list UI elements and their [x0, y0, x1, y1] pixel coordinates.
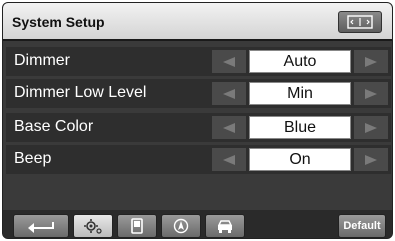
arrow-right-icon: [365, 154, 377, 165]
car-icon: [217, 220, 233, 233]
increase-button[interactable]: [354, 116, 388, 139]
setting-label: Base Color: [14, 118, 94, 135]
setting-value[interactable]: Min: [249, 82, 351, 105]
bottom-toolbar: Default: [3, 210, 392, 238]
page-title: System Setup: [12, 14, 105, 30]
setting-value[interactable]: Auto: [249, 50, 351, 73]
arrow-right-icon: [365, 122, 377, 133]
increase-button[interactable]: [354, 82, 388, 105]
phone-icon: [131, 218, 143, 234]
arrow-left-icon: [223, 88, 235, 99]
arrow-right-icon: [365, 56, 377, 67]
tab-navigation[interactable]: [161, 214, 201, 238]
back-icon: [28, 222, 54, 233]
setting-label: Dimmer Low Level: [14, 84, 147, 101]
setting-label: Dimmer: [14, 52, 70, 69]
back-button[interactable]: [13, 214, 69, 238]
setting-row-dimmer-low-level: Dimmer Low Level Min: [6, 79, 391, 108]
decrease-button[interactable]: [212, 82, 246, 105]
arrow-right-icon: [365, 88, 377, 99]
arrow-left-icon: [223, 56, 235, 67]
setting-row-beep: Beep On: [6, 145, 391, 174]
increase-button[interactable]: [354, 148, 388, 171]
navigation-icon: [173, 218, 189, 234]
decrease-button[interactable]: [212, 116, 246, 139]
setting-label: Beep: [14, 150, 52, 167]
setting-row-base-color: Base Color Blue: [6, 113, 391, 142]
arrow-left-icon: [223, 122, 235, 133]
setting-value[interactable]: Blue: [249, 116, 351, 139]
settings-gear-icon: [84, 219, 102, 234]
arrow-left-icon: [223, 154, 235, 165]
decrease-button[interactable]: [212, 50, 246, 73]
tab-phone[interactable]: [117, 214, 157, 238]
screen-adjust-icon: [347, 15, 373, 29]
setting-row-dimmer: Dimmer Auto: [6, 47, 391, 76]
increase-button[interactable]: [354, 50, 388, 73]
default-button[interactable]: Default: [338, 214, 386, 238]
setting-value[interactable]: On: [249, 148, 351, 171]
system-setup-window: System Setup Dimmer Auto Dimmer Low Leve…: [2, 2, 393, 239]
tab-system-settings[interactable]: [73, 214, 113, 238]
title-bar: System Setup: [3, 3, 392, 41]
tab-vehicle[interactable]: [205, 214, 245, 238]
screen-adjust-button[interactable]: [338, 11, 382, 33]
decrease-button[interactable]: [212, 148, 246, 171]
